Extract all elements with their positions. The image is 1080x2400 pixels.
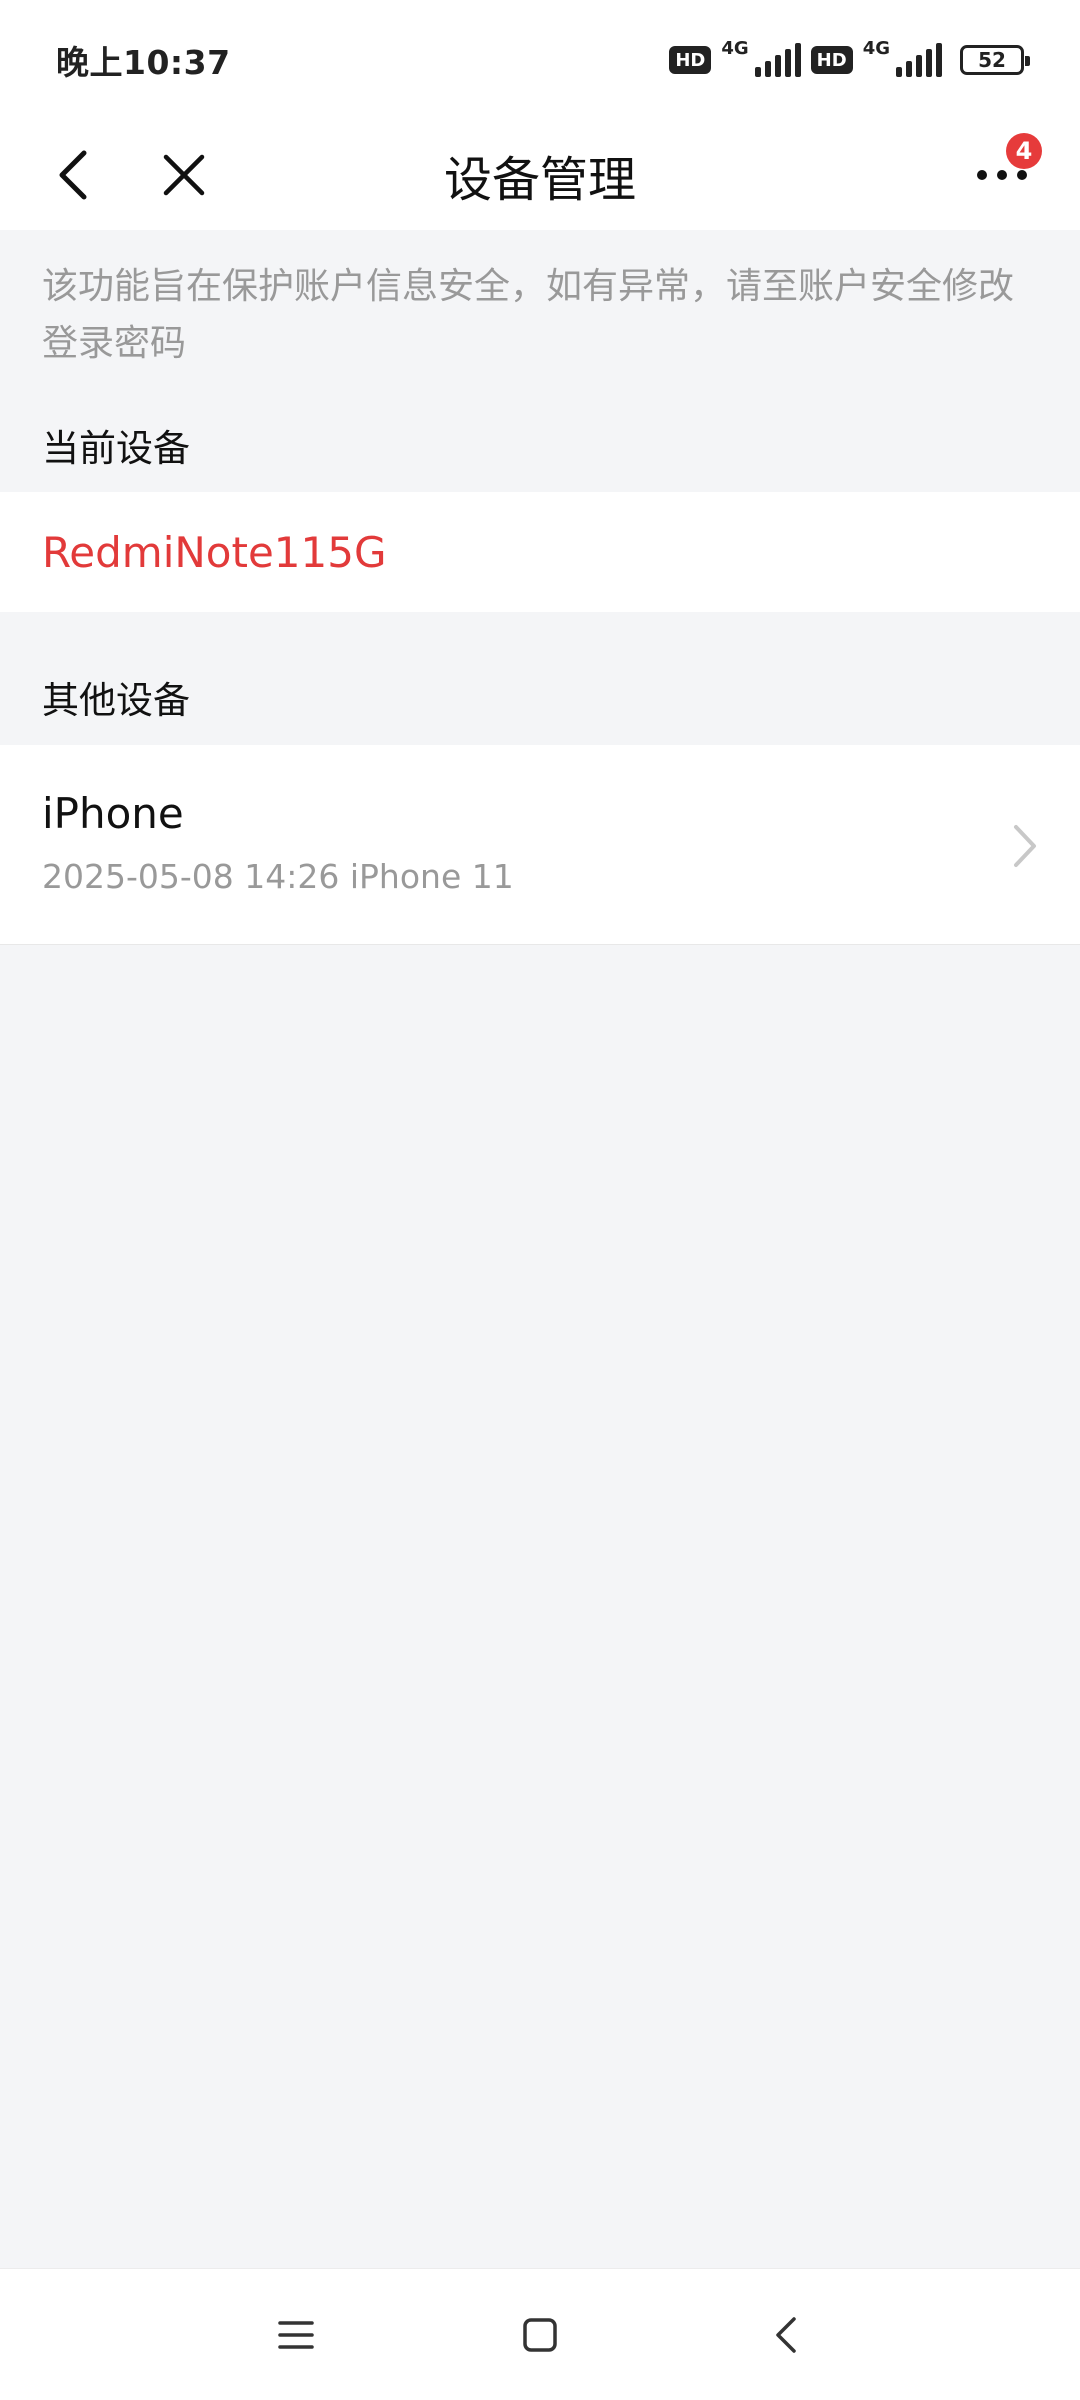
menu-lines-icon <box>278 2321 314 2349</box>
security-notice: 该功能旨在保护账户信息安全，如有异常，请至账户安全修改登录密码 <box>42 266 1015 364</box>
system-nav-bar <box>0 2268 1080 2400</box>
home-square-icon <box>523 2318 557 2352</box>
chevron-right-icon <box>1014 825 1036 867</box>
nav-bar: 设备管理 4 <box>0 120 1080 230</box>
status-bar: 晚上10:37 HD 4G HD 4G 52 <box>0 0 1080 120</box>
network-label-1: 4G <box>721 38 749 59</box>
signal-icon <box>896 43 942 77</box>
current-device-name: RedmiNote115G <box>42 527 387 577</box>
battery-icon: 52 <box>960 45 1030 75</box>
device-detail: 2025-05-08 14:26 iPhone 11 <box>42 857 514 896</box>
hd-badge-1: HD <box>669 46 712 74</box>
screen: 晚上10:37 HD 4G HD 4G 52 设备管理 4 该功能旨在保护账户信… <box>0 0 1080 2400</box>
status-time: 晚上10:37 <box>56 43 231 82</box>
system-home-button[interactable] <box>500 2299 580 2371</box>
network-1: 4G <box>721 38 801 77</box>
network-label-2: 4G <box>862 38 890 59</box>
page-title: 设备管理 <box>443 152 636 208</box>
battery-level: 52 <box>978 48 1006 72</box>
more-button[interactable]: 4 <box>954 127 1050 223</box>
notification-badge: 4 <box>1006 133 1042 169</box>
network-2: 4G <box>863 38 942 77</box>
signal-icon <box>754 43 801 77</box>
back-triangle-icon <box>776 2317 796 2353</box>
status-icons: HD 4G HD 4G 52 <box>669 38 1030 77</box>
current-device-label: 当前设备 <box>42 427 190 470</box>
hd-badge-2: HD <box>810 46 853 74</box>
current-device-row: RedmiNote115G <box>0 492 1080 612</box>
system-menu-button[interactable] <box>256 2299 336 2371</box>
device-name: iPhone <box>42 789 184 838</box>
system-back-button[interactable] <box>746 2299 826 2371</box>
other-devices-label: 其他设备 <box>42 679 190 722</box>
list-item[interactable]: iPhone 2025-05-08 14:26 iPhone 11 <box>0 745 1080 945</box>
